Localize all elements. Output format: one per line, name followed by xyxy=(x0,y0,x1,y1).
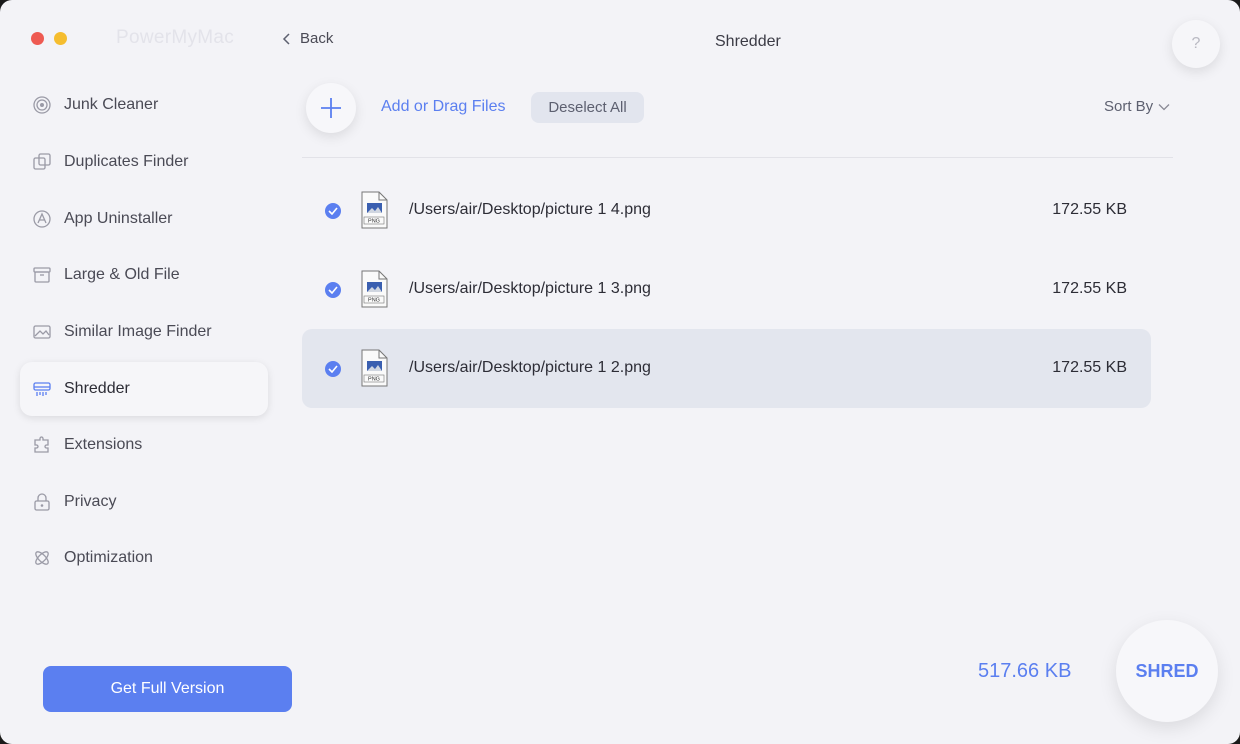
app-window: PowerMyMac Back Shredder ? Junk Cleaner … xyxy=(0,0,1240,744)
png-file-icon: PNG xyxy=(361,191,388,229)
page-title: Shredder xyxy=(715,33,781,50)
file-row[interactable]: PNG /Users/air/Desktop/picture 1 3.png 1… xyxy=(302,250,1151,329)
file-row[interactable]: PNG /Users/air/Desktop/picture 1 4.png 1… xyxy=(302,171,1151,250)
sidebar-item-label: Junk Cleaner xyxy=(64,96,159,113)
deselect-all-button[interactable]: Deselect All xyxy=(531,92,644,123)
file-checkbox[interactable] xyxy=(325,361,341,377)
minimize-window-button[interactable] xyxy=(54,32,67,45)
total-size: 517.66 KB xyxy=(978,660,1072,682)
sidebar-item-large-old-file[interactable]: Large & Old File xyxy=(20,248,268,302)
png-file-icon: PNG xyxy=(361,270,388,308)
svg-text:PNG: PNG xyxy=(368,377,380,383)
file-path: /Users/air/Desktop/picture 1 3.png xyxy=(409,280,651,297)
optimization-icon xyxy=(32,548,52,568)
sidebar-item-junk-cleaner[interactable]: Junk Cleaner xyxy=(20,78,268,132)
svg-text:PNG: PNG xyxy=(368,298,380,304)
sidebar-item-similar-image-finder[interactable]: Similar Image Finder xyxy=(20,305,268,359)
sidebar-item-duplicates-finder[interactable]: Duplicates Finder xyxy=(20,135,268,189)
chevron-down-icon xyxy=(1158,103,1170,110)
close-window-button[interactable] xyxy=(31,32,44,45)
chevron-left-icon xyxy=(282,32,290,45)
sidebar-item-app-uninstaller[interactable]: App Uninstaller xyxy=(20,192,268,246)
duplicates-icon xyxy=(32,152,52,172)
png-file-icon: PNG xyxy=(361,349,388,387)
file-row[interactable]: PNG /Users/air/Desktop/picture 1 2.png 1… xyxy=(302,329,1151,408)
checkmark-icon xyxy=(328,286,338,294)
checkmark-icon xyxy=(328,207,338,215)
sidebar-item-label: Optimization xyxy=(64,549,153,566)
extensions-icon xyxy=(32,435,52,455)
sidebar-item-label: Large & Old File xyxy=(64,266,180,283)
file-size: 172.55 KB xyxy=(1052,359,1127,376)
svg-text:PNG: PNG xyxy=(368,219,380,225)
back-label: Back xyxy=(300,30,334,47)
checkmark-icon xyxy=(328,365,338,373)
help-button[interactable]: ? xyxy=(1172,20,1220,68)
sidebar-item-label: Similar Image Finder xyxy=(64,323,212,340)
sort-by-label: Sort By xyxy=(1104,98,1154,115)
divider xyxy=(302,157,1173,158)
sidebar-item-label: Duplicates Finder xyxy=(64,153,189,170)
lock-icon xyxy=(32,492,52,512)
sort-by-dropdown[interactable]: Sort By xyxy=(1104,98,1170,115)
file-checkbox[interactable] xyxy=(325,203,341,219)
help-label: ? xyxy=(1191,35,1201,52)
app-uninstaller-icon xyxy=(32,209,52,229)
add-files-link[interactable]: Add or Drag Files xyxy=(381,98,506,116)
file-path: /Users/air/Desktop/picture 1 4.png xyxy=(409,201,651,218)
sidebar-item-label: App Uninstaller xyxy=(64,210,173,227)
file-size: 172.55 KB xyxy=(1052,280,1127,297)
file-path: /Users/air/Desktop/picture 1 2.png xyxy=(409,359,651,376)
app-name: PowerMyMac xyxy=(116,27,235,48)
back-button[interactable]: Back xyxy=(282,30,333,47)
sidebar-item-label: Shredder xyxy=(64,380,130,397)
sidebar-item-extensions[interactable]: Extensions xyxy=(20,418,268,472)
sidebar-item-label: Extensions xyxy=(64,436,143,453)
sidebar-item-privacy[interactable]: Privacy xyxy=(20,475,268,529)
get-full-version-button[interactable]: Get Full Version xyxy=(43,666,292,712)
image-icon xyxy=(32,322,52,342)
shred-button[interactable]: SHRED xyxy=(1116,620,1218,722)
sidebar-item-shredder[interactable]: Shredder xyxy=(20,362,268,416)
junk-cleaner-icon xyxy=(32,95,52,115)
plus-icon xyxy=(321,98,341,118)
add-files-button[interactable] xyxy=(306,83,356,133)
file-size: 172.55 KB xyxy=(1052,201,1127,218)
file-checkbox[interactable] xyxy=(325,282,341,298)
shredder-icon xyxy=(32,379,52,399)
sidebar-item-optimization[interactable]: Optimization xyxy=(20,531,268,585)
sidebar-item-label: Privacy xyxy=(64,493,117,510)
large-old-file-icon xyxy=(32,265,52,285)
